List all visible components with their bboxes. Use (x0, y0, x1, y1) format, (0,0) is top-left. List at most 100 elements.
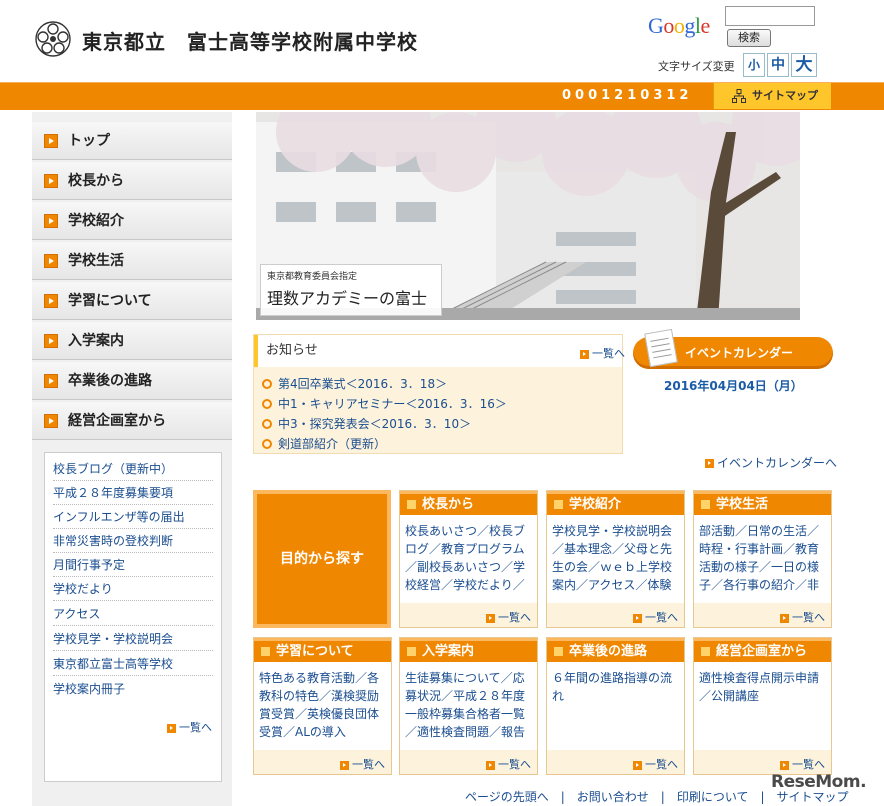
card-more-link[interactable]: 一覧へ (780, 609, 825, 625)
card-header[interactable]: 経営企画室から (694, 638, 831, 662)
event-calendar-button[interactable]: イベントカレンダー (633, 328, 833, 369)
card-header[interactable]: 学校生活 (694, 491, 831, 515)
card-links[interactable]: ６年間の進路指導の流れ (552, 669, 680, 741)
card-header[interactable]: 学習について (254, 638, 391, 662)
sidebar: トップ 校長から 学校紹介 学校生活 学習について 入学案内 卒業後の進路 経営… (32, 112, 232, 806)
nav-item-study[interactable]: 学習について (32, 282, 232, 320)
news-box: お知らせ 一覧へ 第4回卒業式＜2016．3．18＞ 中1・キャリアセミナー＜2… (253, 334, 625, 454)
card-header[interactable]: 校長から (400, 491, 537, 515)
card-more-link[interactable]: 一覧へ (633, 756, 678, 772)
quick-links-box: 校長ブログ（更新中） 平成２８年度募集要項 インフルエンザ等の届出 非常災害時の… (44, 452, 222, 782)
card-more-link[interactable]: 一覧へ (486, 756, 531, 772)
card-header[interactable]: 学校紹介 (547, 491, 684, 515)
font-size-label: 文字サイズ変更 (658, 60, 735, 73)
more-label: 一覧へ (498, 611, 531, 624)
arrow-icon (486, 760, 495, 770)
nav-item-admission[interactable]: 入学案内 (32, 322, 232, 360)
card-links[interactable]: 学校見学・学校説明会／基本理念／父母と先生の会／ｗｅｂ上学校案内／アクセス／体験 (552, 522, 680, 594)
nav-item-school-life[interactable]: 学校生活 (32, 242, 232, 280)
card-links[interactable]: 適性検査得点開示申請／公開講座 (699, 669, 827, 741)
quick-link[interactable]: インフルエンザ等の届出 (53, 505, 213, 529)
visitor-counter: 0001210312 (562, 88, 693, 103)
font-size-large-button[interactable]: 大 (791, 53, 817, 77)
quick-link[interactable]: 校長ブログ（更新中） (53, 457, 213, 481)
more-label: 一覧へ (792, 758, 825, 771)
card-links[interactable]: 部活動／日常の生活／時程・行事計画／教育活動の様子／一日の様子／各行事の紹介／非 (699, 522, 827, 594)
square-bullet-icon (554, 647, 563, 656)
news-item-label: 剣道部紹介（更新） (278, 437, 387, 451)
card-more-link[interactable]: 一覧へ (780, 756, 825, 772)
category-card-career: 卒業後の進路 ６年間の進路指導の流れ 一覧へ (546, 637, 685, 775)
square-bullet-icon (261, 647, 270, 656)
quick-link[interactable]: 月間行事予定 (53, 553, 213, 577)
arrow-icon (44, 414, 58, 428)
card-header[interactable]: 卒業後の進路 (547, 638, 684, 662)
event-calendar-label: イベントカレンダー (685, 346, 794, 360)
more-label: 一覧へ (792, 611, 825, 624)
arrow-icon (340, 760, 349, 770)
card-title: 入学案内 (422, 644, 475, 659)
quick-link[interactable]: 東京都立富士高等学校 (53, 652, 213, 676)
arrow-icon (167, 723, 176, 733)
school-emblem-icon[interactable] (34, 20, 72, 58)
nav-item-principal[interactable]: 校長から (32, 162, 232, 200)
quick-link[interactable]: 学校見学・学校説明会 (53, 627, 213, 651)
card-footer: 一覧へ (400, 750, 537, 774)
circle-bullet-icon (262, 439, 272, 449)
card-links[interactable]: 生徒募集について／応募状況／平成２８年度一般枠募集合格者一覧／適性検査問題／報告 (405, 669, 533, 741)
card-more-link[interactable]: 一覧へ (633, 609, 678, 625)
arrow-icon (780, 760, 789, 770)
more-label: 一覧へ (179, 721, 212, 734)
more-label: 一覧へ (592, 347, 625, 360)
news-item[interactable]: 中1・キャリアセミナー＜2016．3．16＞ (262, 395, 507, 412)
school-name[interactable]: 東京都立 富士高等学校附属中学校 (82, 26, 418, 55)
event-calendar-link[interactable]: イベントカレンダーへ (705, 454, 837, 471)
nav-item-label: 入学案内 (68, 333, 124, 349)
font-size-medium-button[interactable]: 中 (767, 53, 789, 77)
quick-link[interactable]: 学校案内冊子 (53, 677, 213, 701)
card-title: 学校生活 (716, 497, 769, 512)
nav-item-top[interactable]: トップ (32, 122, 232, 160)
card-more-link[interactable]: 一覧へ (486, 609, 531, 625)
quick-link[interactable]: 学校だより (53, 577, 213, 601)
card-header[interactable]: 入学案内 (400, 638, 537, 662)
quick-link[interactable]: 非常災害時の登校判断 (53, 529, 213, 553)
sitemap-button[interactable]: サイトマップ (713, 83, 831, 109)
card-footer: 一覧へ (547, 603, 684, 627)
nav-item-label: 学校紹介 (68, 213, 124, 229)
watermark-logo: ReseMom. (771, 772, 867, 792)
sidebar-more-link[interactable]: 一覧へ (167, 719, 212, 735)
event-date: 2016年04月04日（月） (664, 379, 803, 393)
calendar-icon (644, 328, 678, 368)
news-more-link[interactable]: 一覧へ (580, 345, 625, 361)
news-item[interactable]: 第4回卒業式＜2016．3．18＞ (262, 375, 447, 392)
news-item[interactable]: 中3・探究発表会＜2016．3．10＞ (262, 415, 471, 432)
circle-bullet-icon (262, 379, 272, 389)
card-more-link[interactable]: 一覧へ (340, 756, 385, 772)
nav-item-career[interactable]: 卒業後の進路 (32, 362, 232, 400)
sitemap-label: サイトマップ (752, 89, 818, 102)
search-by-purpose-button[interactable]: 目的から探す (253, 490, 391, 628)
site-header: 東京都立 富士高等学校附属中学校 Google 検索 文字サイズ変更 小 中 大 (0, 0, 884, 80)
arrow-icon (44, 174, 58, 188)
quick-link[interactable]: アクセス (53, 602, 213, 626)
quick-link[interactable]: 平成２８年度募集要項 (53, 481, 213, 505)
more-label: 一覧へ (645, 611, 678, 624)
card-links[interactable]: 校長あいさつ／校長ブログ／教育プログラム／副校長あいさつ／学校経営／学校だより／ (405, 522, 533, 594)
nav-item-planning-office[interactable]: 経営企画室から (32, 402, 232, 440)
google-logo: Google (648, 13, 710, 38)
search-button[interactable]: 検索 (727, 29, 771, 47)
news-item[interactable]: 剣道部紹介（更新） (262, 435, 386, 452)
circle-bullet-icon (262, 419, 272, 429)
card-footer: 一覧へ (254, 750, 391, 774)
google-search-input[interactable] (725, 6, 815, 26)
arrow-icon (44, 334, 58, 348)
arrow-icon (780, 613, 789, 623)
card-links[interactable]: 特色ある教育活動／各教科の特色／漢検奨励賞受賞／英検優良団体受賞／ALの導入 (259, 669, 387, 741)
square-bullet-icon (701, 500, 710, 509)
nav-item-school-intro[interactable]: 学校紹介 (32, 202, 232, 240)
hero-caption-small: 東京都教育委員会指定 (267, 271, 358, 281)
font-size-small-button[interactable]: 小 (743, 53, 765, 77)
card-title: 学習について (276, 644, 354, 659)
nav-item-label: 校長から (68, 173, 124, 189)
